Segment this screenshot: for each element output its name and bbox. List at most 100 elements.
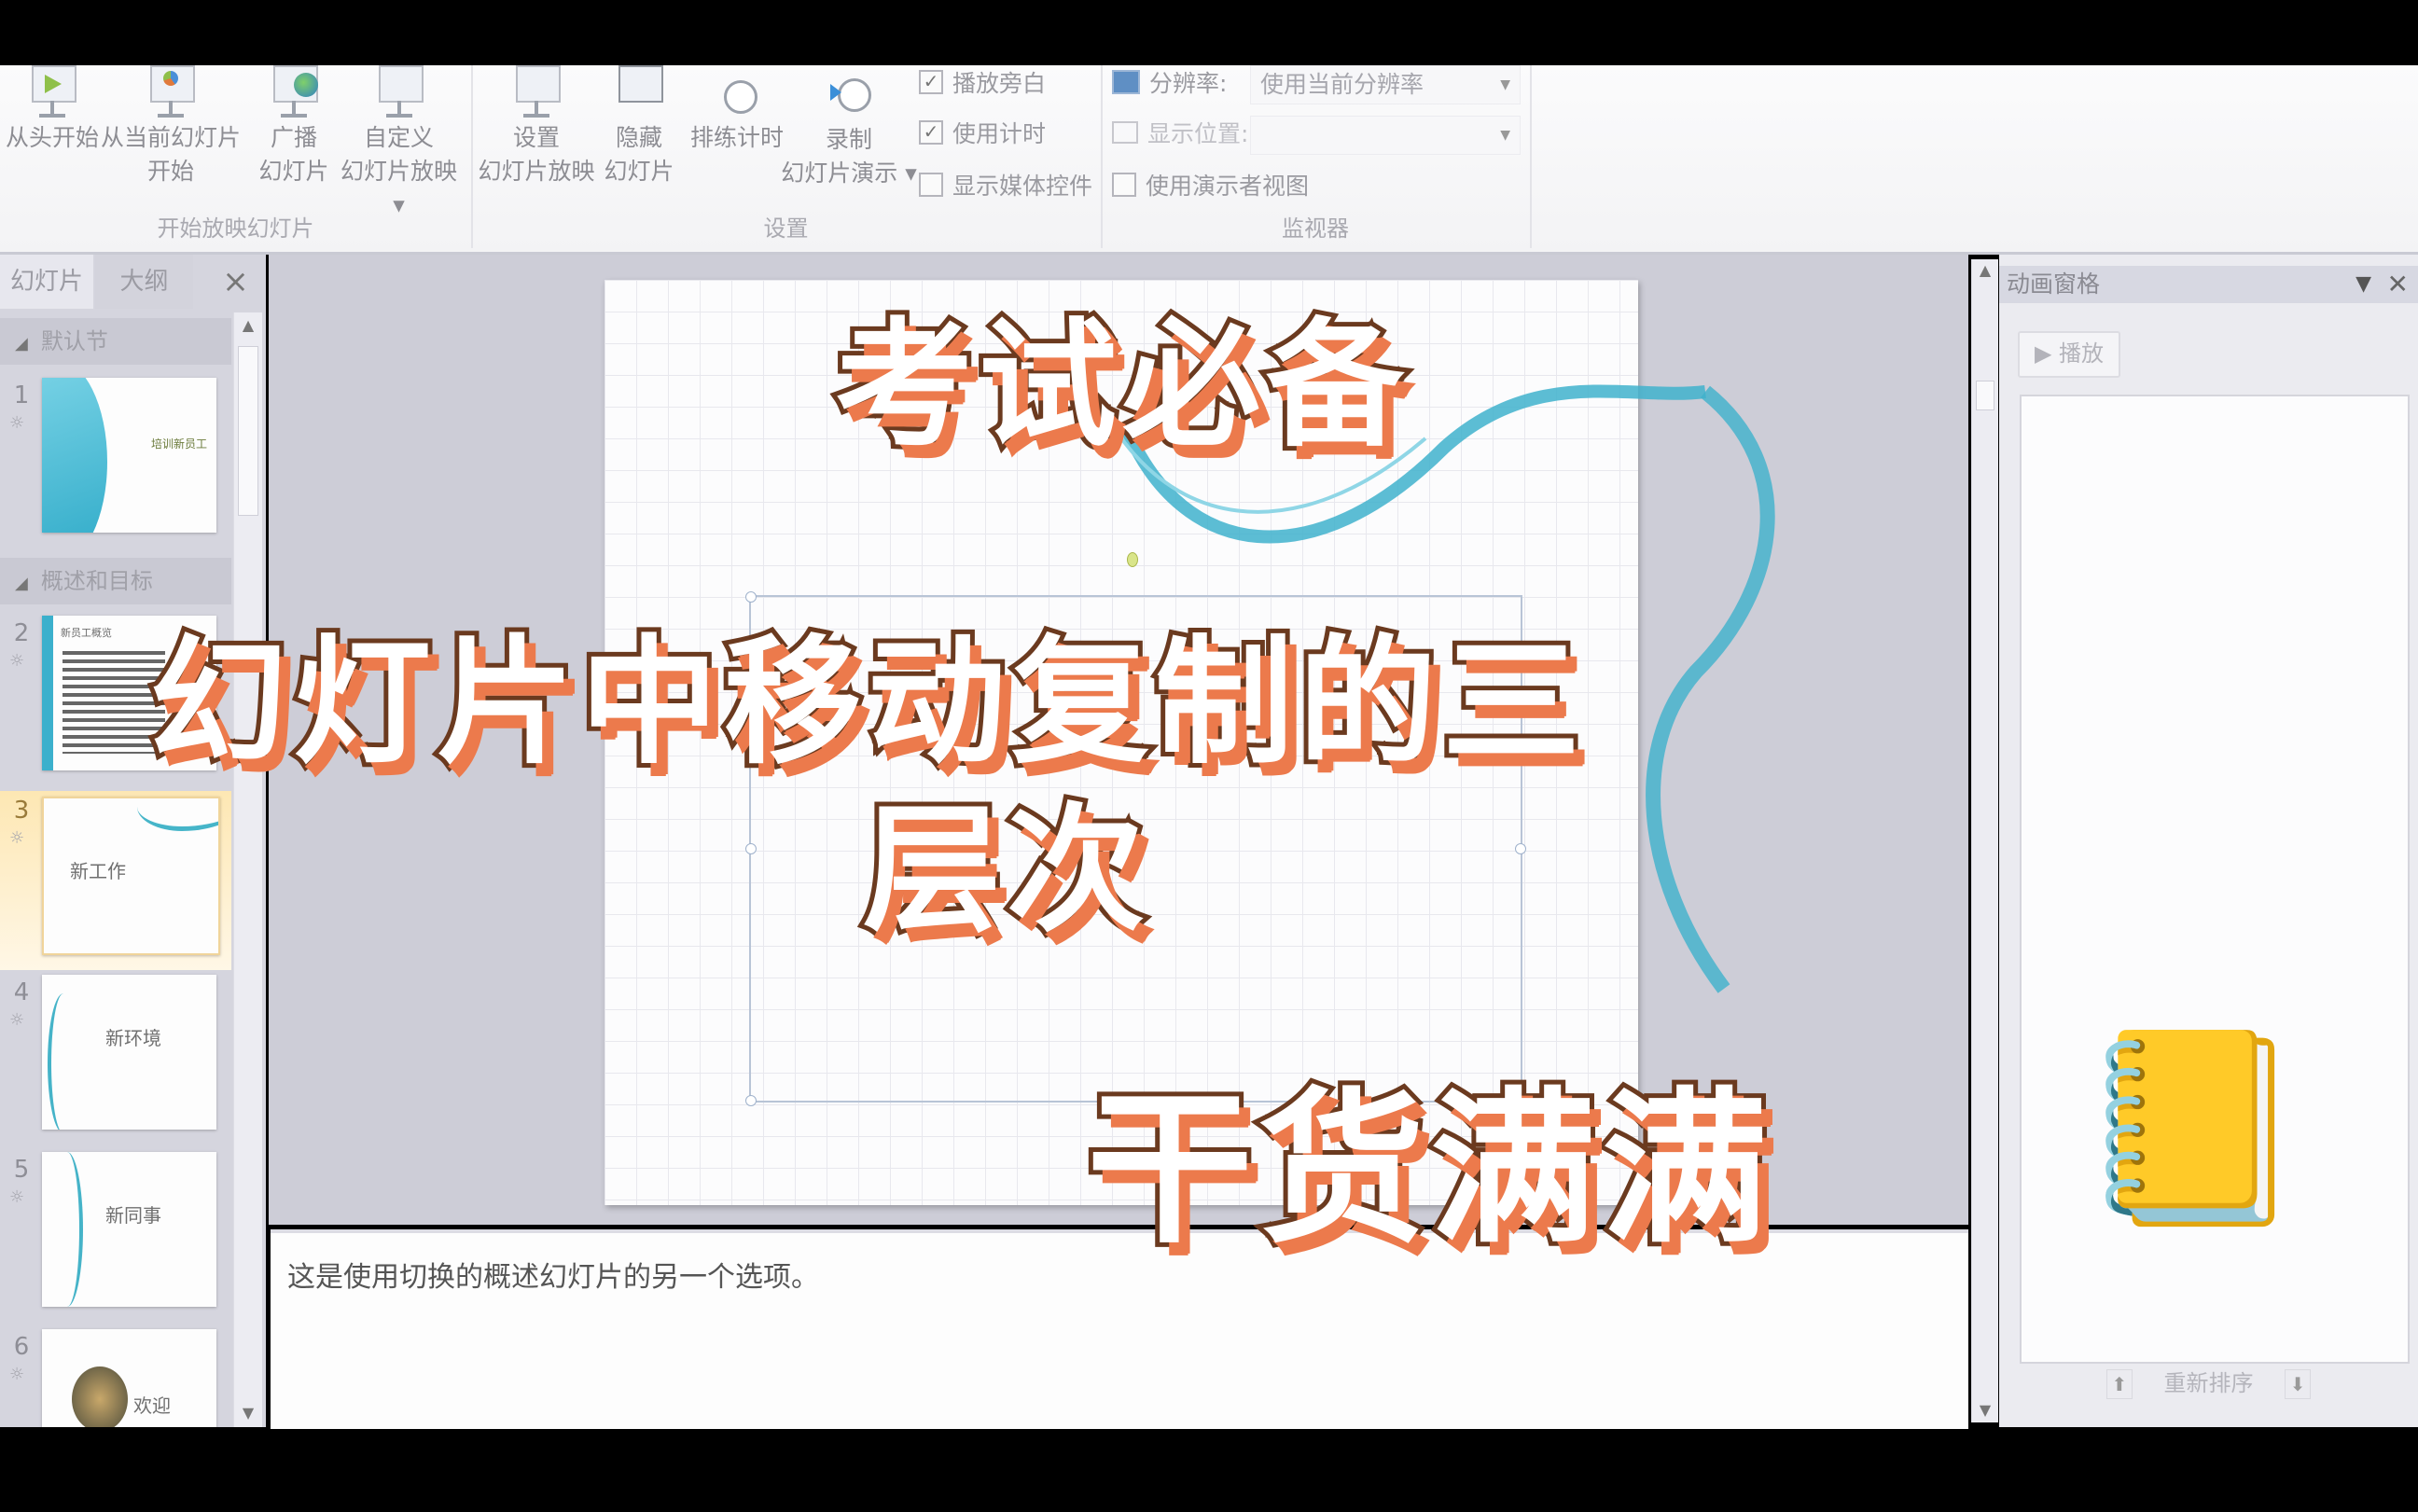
scroll-down-icon[interactable]: ▼: [1972, 1401, 1998, 1419]
overlay-title-line4: 干货满满: [1082, 1068, 1773, 1270]
scrollbar-thumb[interactable]: [1976, 381, 1994, 410]
scroll-up-icon[interactable]: ▲: [1972, 261, 1998, 279]
broadcast-slideshow-button[interactable]: 广播 幻灯片: [252, 65, 336, 188]
slide-title: 新员工概览: [61, 627, 112, 639]
editor-scrollbar[interactable]: ▲ ▼: [1971, 259, 1998, 1422]
globe-icon: [264, 65, 324, 121]
collapse-triangle-icon: ◢: [15, 574, 28, 593]
broadcast-label-1: 广播: [270, 124, 317, 151]
checkbox-use-timings[interactable]: ✓ 使用计时: [919, 116, 1046, 149]
hide-label-1: 隐藏: [615, 124, 662, 151]
slide-number: 5: [13, 1156, 30, 1184]
slide-thumbnail-3[interactable]: 3 ☼ 新工作: [0, 791, 231, 970]
group-label-monitors: 监视器: [1282, 215, 1349, 242]
notes-text[interactable]: 这是使用切换的概述幻灯片的另一个选项。: [287, 1254, 819, 1295]
slide-thumbnail-image: 新工作: [42, 797, 220, 955]
checkbox-use-timings-box[interactable]: ✓: [919, 120, 943, 145]
record-label-2: 幻灯片演示 ▾: [781, 160, 917, 187]
swoosh-decoration: [137, 798, 218, 831]
slide-thumbnail-image: 新环境: [42, 975, 216, 1130]
transition-star-icon: ☼: [9, 828, 25, 848]
slide-thumbnail-5[interactable]: 5 ☼ 新同事: [0, 1150, 231, 1323]
slides-panel: 幻灯片 大纲 × ◢ 默认节 1 ☼ 培训新员工 ◢ 概述和目标 2 ☼ 新员工概览…: [0, 255, 266, 1427]
slide-thumbnail-image: 新同事: [42, 1152, 216, 1307]
checkbox-presenter-view[interactable]: 使用演示者视图: [1112, 168, 1309, 201]
ribbon-group-start-slideshow: 从头开始 从当前幻灯片 开始 广播 幻灯片 自定义 幻灯片放映 ▾ 开始放映幻灯…: [0, 65, 473, 248]
scroll-up-icon[interactable]: ▲: [234, 316, 262, 334]
transition-star-icon: ☼: [9, 1010, 25, 1030]
top-letterbox: [0, 0, 2418, 65]
slide-title: 新同事: [105, 1204, 161, 1227]
from-current-slide-button[interactable]: 从当前幻灯片 开始: [101, 65, 241, 188]
setup-slideshow-button[interactable]: 设置 幻灯片放映: [476, 65, 597, 188]
record-slideshow-button[interactable]: 录制 幻灯片演示 ▾: [774, 65, 924, 190]
slide-thumbnail-4[interactable]: 4 ☼ 新环境: [0, 973, 231, 1145]
checkbox-presenter-view-box[interactable]: [1112, 173, 1136, 197]
transition-star-icon: ☼: [9, 651, 25, 671]
from-current-label-1: 从当前幻灯片: [101, 124, 242, 151]
from-beginning-button[interactable]: 从头开始: [6, 65, 99, 155]
close-panel-button[interactable]: ×: [210, 255, 261, 309]
setup-label-1: 设置: [512, 124, 560, 151]
slide-number: 4: [13, 978, 30, 1006]
ribbon-group-monitors: 分辨率: 使用当前分辨率 ▼ 显示位置: ▼ 使用演示者视图 监视器: [1101, 65, 1532, 248]
section-default[interactable]: ◢ 默认节: [0, 318, 231, 365]
bottom-letterbox: [0, 1427, 2418, 1512]
tab-outline[interactable]: 大纲: [95, 255, 193, 309]
checkbox-media-controls-box[interactable]: [919, 173, 943, 197]
custom-slideshow-icon: [369, 65, 429, 121]
slide-number: 1: [13, 381, 30, 409]
checkbox-narration[interactable]: ✓ 播放旁白: [919, 65, 1046, 99]
tab-slides[interactable]: 幻灯片: [0, 255, 93, 309]
animation-pane: 动画窗格 ▼ ✕ ▶ 播放 ⬆ 重新排序 ⬇: [1999, 255, 2418, 1427]
resolution-icon: [1112, 70, 1140, 94]
chevron-down-icon: ▼: [1500, 128, 1510, 143]
resolution-label: 分辨率:: [1149, 70, 1228, 97]
transition-star-icon: ☼: [9, 1187, 25, 1207]
section-overview-label: 概述和目标: [40, 568, 153, 594]
tab-slides-label: 幻灯片: [9, 268, 83, 296]
play-button[interactable]: ▶ 播放: [2018, 331, 2120, 378]
swoosh-decoration: [51, 1152, 83, 1307]
close-icon[interactable]: ✕: [2387, 266, 2409, 303]
resolution-dropdown[interactable]: 使用当前分辨率 ▼: [1250, 65, 1521, 104]
move-down-icon[interactable]: ⬇: [2285, 1369, 2312, 1399]
slide-number: 6: [13, 1333, 30, 1361]
ribbon-group-setup: 设置 幻灯片放映 隐藏 幻灯片 排练计时 录制 幻灯片演示 ▾ ✓ 播放旁白 ✓…: [471, 65, 1103, 248]
slides-panel-scrollbar[interactable]: ▲ ▼: [233, 312, 262, 1427]
notebook-icon: 📒: [2076, 1020, 2309, 1237]
slide-number: 2: [13, 619, 30, 647]
record-label-1: 录制: [825, 126, 872, 153]
slide-number: 3: [13, 797, 30, 825]
transition-star-icon: ☼: [9, 1365, 25, 1384]
scrollbar-thumb[interactable]: [238, 346, 258, 516]
swoosh-decoration: [48, 993, 79, 1130]
play-label: ▶ 播放: [2034, 340, 2105, 367]
resolution-label-row: 分辨率:: [1112, 65, 1227, 99]
checkbox-media-controls[interactable]: 显示媒体控件: [919, 168, 1092, 201]
checkbox-media-controls-label: 显示媒体控件: [952, 173, 1093, 200]
swoosh-decoration: [42, 378, 107, 533]
hide-slide-icon: [609, 65, 669, 121]
chevron-down-icon: ▼: [1500, 77, 1510, 92]
photo-circle: [72, 1366, 128, 1427]
hide-slide-button[interactable]: 隐藏 幻灯片: [597, 65, 681, 188]
reorder-controls: ⬆ 重新排序 ⬇: [1999, 1365, 2418, 1399]
custom-slideshow-button[interactable]: 自定义 幻灯片放映 ▾: [331, 65, 466, 222]
show-on-dropdown[interactable]: ▼: [1250, 116, 1521, 155]
play-from-start-icon: [22, 65, 82, 121]
slide-thumbnail-6[interactable]: 6 ☼ 欢迎: [0, 1327, 231, 1427]
slide-thumbnail-image: 培训新员工: [42, 378, 216, 533]
slide-thumbnail-1[interactable]: 1 ☼ 培训新员工: [0, 376, 231, 548]
resolution-value: 使用当前分辨率: [1260, 71, 1424, 98]
hide-label-2: 幻灯片: [604, 158, 674, 185]
checkbox-presenter-view-label: 使用演示者视图: [1146, 173, 1310, 200]
pane-options-icon[interactable]: ▼: [2355, 266, 2371, 303]
tab-outline-label: 大纲: [119, 268, 169, 296]
from-current-label-2: 开始: [146, 158, 194, 185]
overlay-title-line3: 层次: [858, 785, 1150, 955]
move-up-icon[interactable]: ⬆: [2105, 1369, 2133, 1399]
checkbox-narration-box[interactable]: ✓: [919, 70, 943, 94]
scroll-down-icon[interactable]: ▼: [234, 1404, 262, 1422]
stopwatch-icon: [707, 65, 767, 121]
